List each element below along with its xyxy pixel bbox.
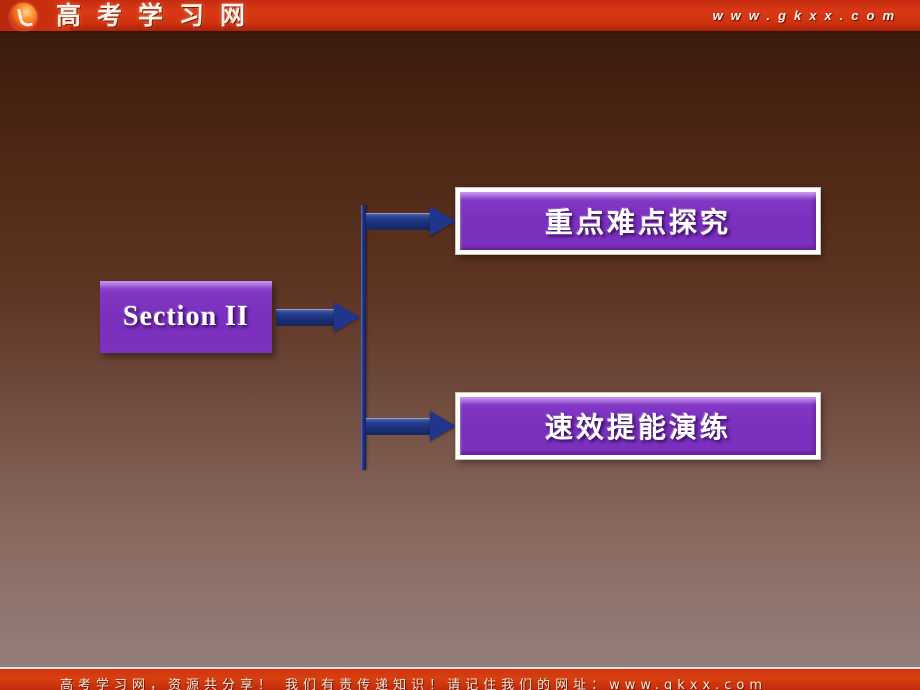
arrow-shaft xyxy=(276,309,336,326)
section-node-label: Section II xyxy=(123,301,249,332)
gkxx-circle-logo-icon xyxy=(10,3,37,30)
arrow-head xyxy=(334,302,360,332)
arrow-head xyxy=(430,411,456,441)
bottom-banner: 高考学习网，资源共分享！ 我们有责传递知识！请记住我们的网址：www.gkxx.… xyxy=(0,667,920,690)
trunk-arrow-right-icon xyxy=(276,302,362,332)
site-url-label: www.gkxx.com xyxy=(712,8,902,23)
footer-tagline: 高考学习网，资源共分享！ 我们有责传递知识！请记住我们的网址：www.gkxx.… xyxy=(60,678,768,690)
branch-node-practice-label: 速效提能演练 xyxy=(544,411,731,444)
diagram-stage: Section II 重点难点探究 速效提能演练 xyxy=(0,33,920,667)
top-banner: 高考学习网 www.gkxx.com xyxy=(0,0,920,33)
branch-bottom-arrow-right-icon xyxy=(366,411,458,441)
branch-node-key-points-label: 重点难点探究 xyxy=(544,206,731,239)
branch-node-practice[interactable]: 速效提能演练 xyxy=(456,393,820,459)
arrow-shaft xyxy=(366,418,432,435)
section-node[interactable]: Section II xyxy=(100,281,272,353)
arrow-shaft xyxy=(366,213,432,230)
branch-top-arrow-right-icon xyxy=(366,206,458,236)
branch-node-key-points[interactable]: 重点难点探究 xyxy=(456,188,820,254)
slide-canvas: 高考学习网 www.gkxx.com Section II 重点难点探究 速效提… xyxy=(0,0,920,690)
arrow-head xyxy=(430,206,456,236)
brand-title: 高考学习网 xyxy=(56,1,262,30)
